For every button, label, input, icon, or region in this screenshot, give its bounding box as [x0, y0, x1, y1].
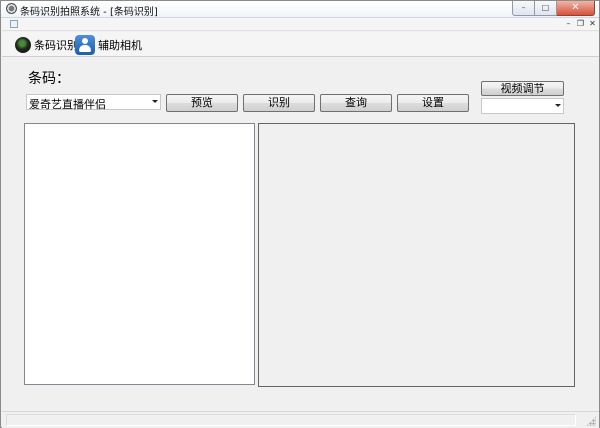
close-button[interactable]: ✕: [557, 1, 595, 16]
app-window: 条码识别拍照系统 - [条码识别] – □ ✕ – ❐ ✕ 条码识别 辅助相机 …: [0, 0, 600, 428]
source-select-value: 爱奇艺直播伴侣: [29, 98, 106, 111]
window-title: 条码识别拍照系统 - [条码识别]: [20, 7, 158, 18]
maximize-button[interactable]: □: [535, 1, 557, 16]
toolbar-barcode-recognition[interactable]: 条码识别: [15, 34, 78, 55]
barcode-label: 条码：: [28, 71, 70, 87]
mdi-restore-button[interactable]: ❐: [575, 19, 586, 29]
resize-grip-icon[interactable]: [586, 416, 596, 426]
preview-button[interactable]: 预览: [166, 94, 238, 112]
title-bar[interactable]: 条码识别拍照系统 - [条码识别] – □ ✕: [1, 1, 599, 18]
mdi-close-button[interactable]: ✕: [587, 19, 598, 29]
chevron-down-icon: [152, 100, 158, 103]
minimize-button[interactable]: –: [512, 1, 535, 16]
mdi-child-bar: – ❐ ✕: [2, 18, 599, 31]
camera-preview-panel: [258, 123, 575, 387]
recognize-button[interactable]: 识别: [243, 94, 315, 112]
toolbar-item-label: 辅助相机: [98, 38, 142, 52]
user-icon: [75, 34, 95, 55]
toolbar: 条码识别 辅助相机: [2, 32, 599, 57]
source-select[interactable]: 爱奇艺直播伴侣: [26, 94, 161, 111]
status-bar: [2, 411, 599, 428]
device-select[interactable]: [481, 98, 564, 114]
toolbar-item-label: 条码识别: [34, 38, 78, 52]
query-button[interactable]: 查询: [320, 94, 392, 112]
status-panel: [6, 414, 576, 426]
settings-button[interactable]: 设置: [397, 94, 469, 112]
video-adjust-button[interactable]: 视频调节: [481, 81, 564, 96]
scan-icon: [15, 36, 31, 53]
app-icon: [6, 3, 17, 14]
document-icon[interactable]: [10, 20, 18, 28]
mdi-minimize-button[interactable]: –: [563, 19, 574, 29]
result-list-panel[interactable]: [24, 123, 255, 385]
chevron-down-icon: [555, 104, 561, 107]
window-controls: – □ ✕: [512, 1, 595, 16]
toolbar-auxiliary-camera[interactable]: 辅助相机: [75, 34, 142, 55]
